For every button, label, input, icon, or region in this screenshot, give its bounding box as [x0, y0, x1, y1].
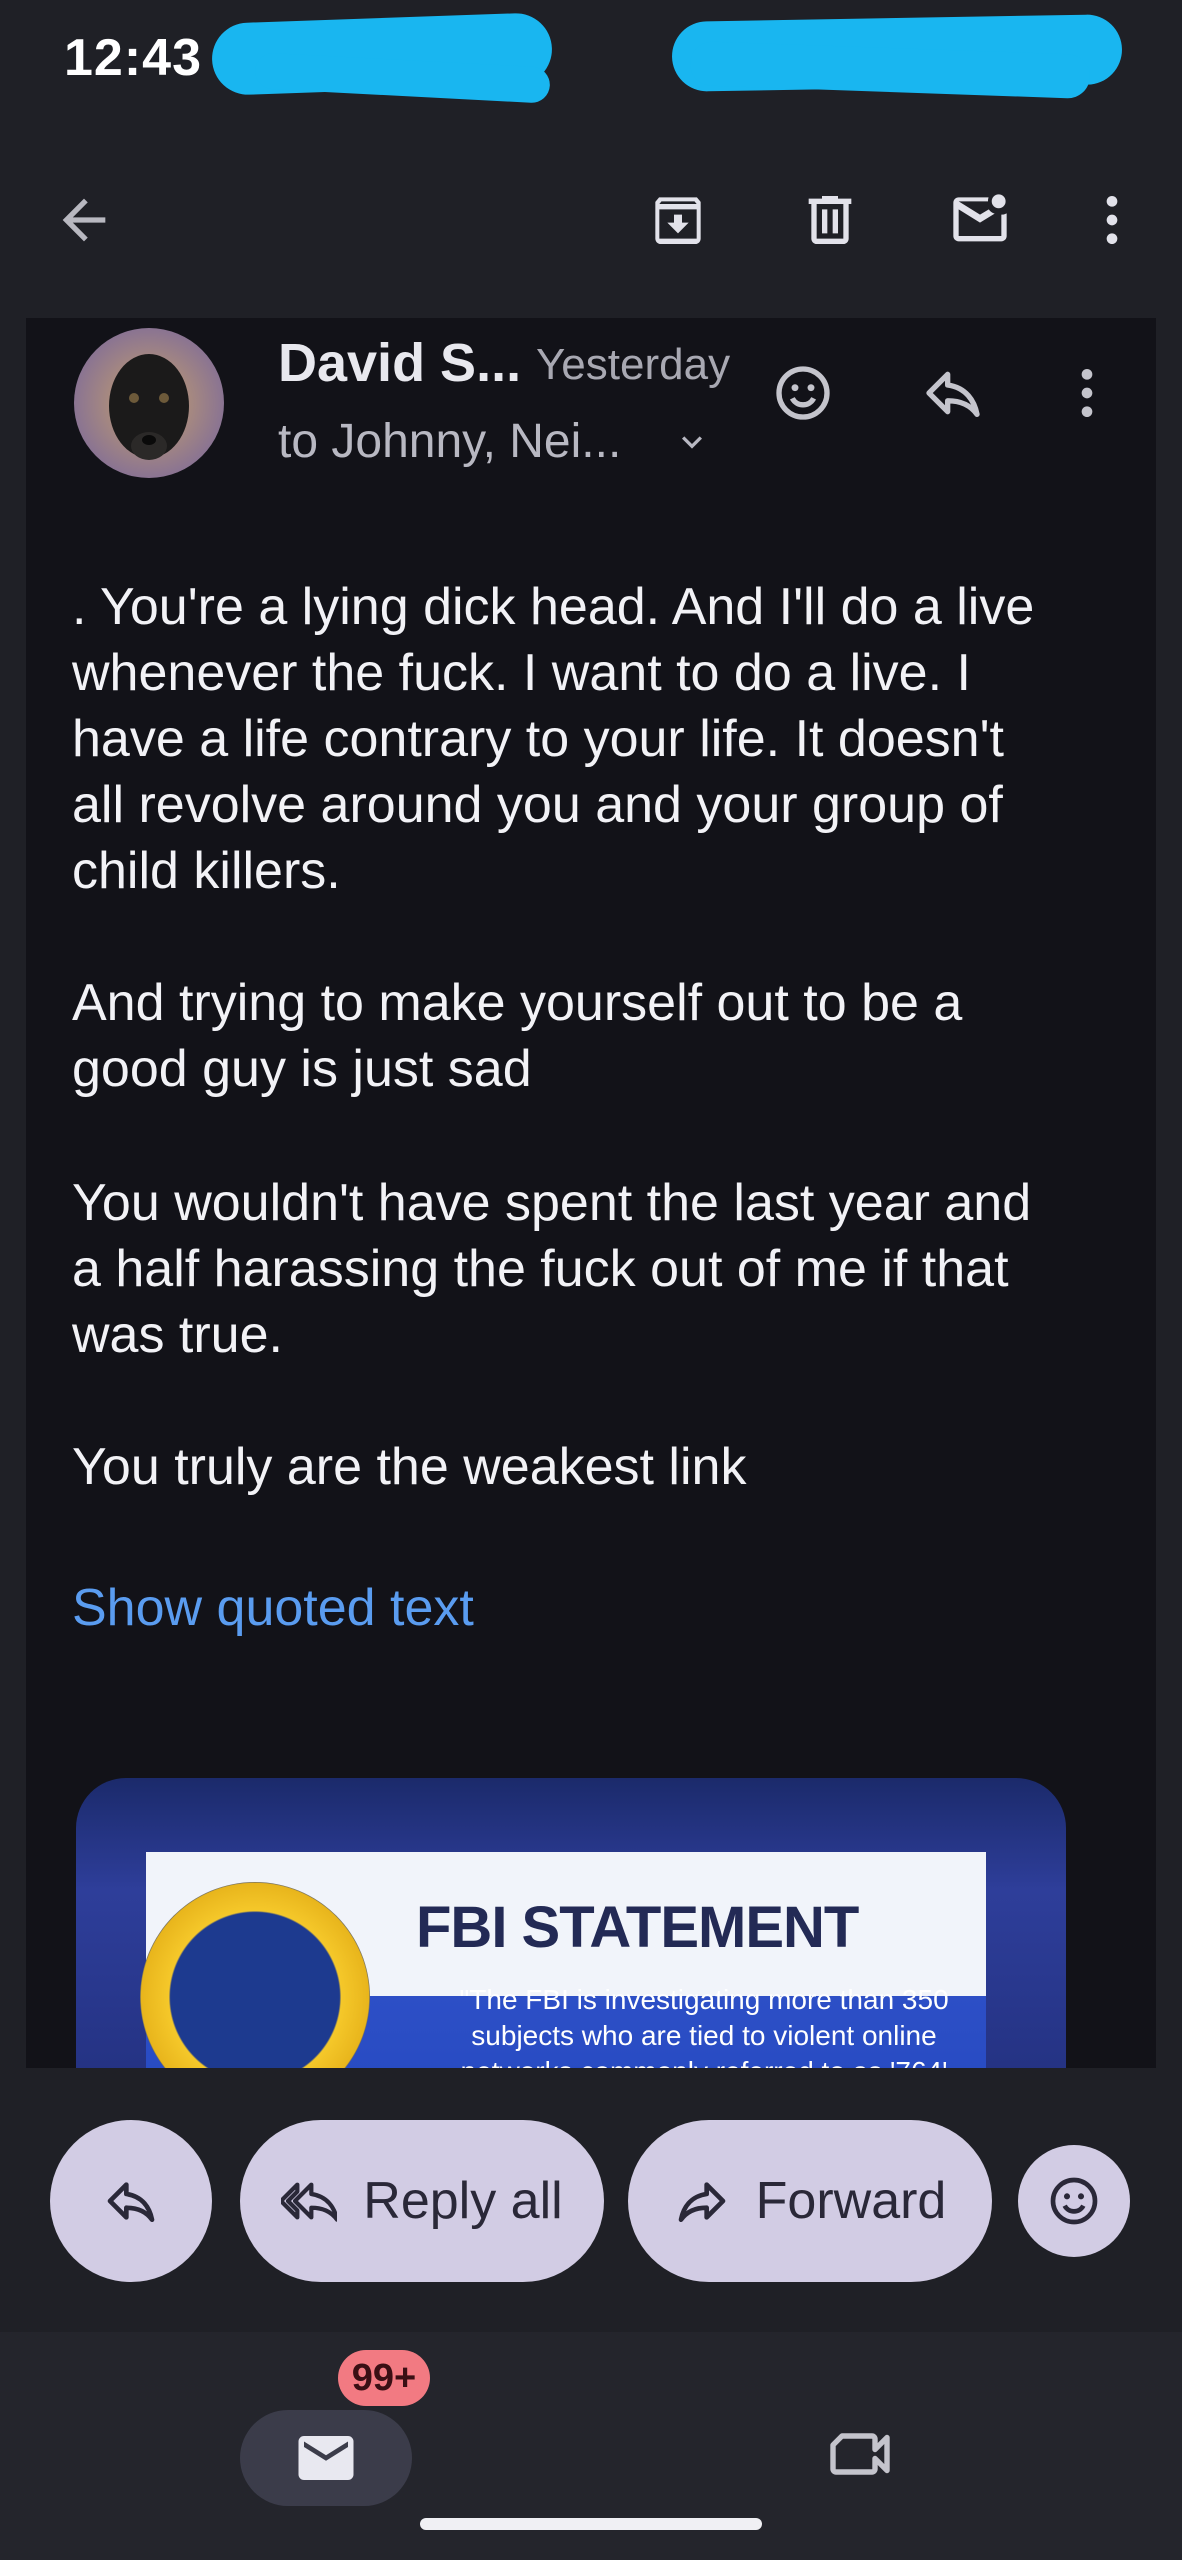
recipients-line[interactable]: to Johnny, Nei...	[278, 414, 621, 469]
status-time: 12:43	[64, 29, 202, 87]
reply-all-button[interactable]: Reply all	[240, 2120, 604, 2282]
message-body-paragraph: You wouldn't have spent the last year an…	[72, 1174, 1032, 1364]
message-body-paragraph: And trying to make yourself out to be a …	[72, 974, 963, 1098]
mark-unread-icon[interactable]	[920, 160, 1040, 280]
unread-count-badge: 99+	[338, 2350, 430, 2406]
message-body-paragraph: . You're a lying dick head. And I'll do …	[72, 578, 1035, 900]
back-arrow-icon[interactable]	[24, 160, 144, 280]
sender-name[interactable]: David S...	[278, 332, 521, 394]
bottom-navigation: 99+	[0, 2332, 1182, 2560]
home-indicator[interactable]	[420, 2518, 762, 2530]
avatar[interactable]	[74, 328, 224, 478]
chevron-down-icon[interactable]	[672, 422, 712, 462]
video-camera-icon	[830, 2433, 890, 2475]
add-reaction-icon[interactable]	[748, 338, 858, 448]
mail-icon	[298, 2436, 354, 2480]
message-body-paragraph: You truly are the weakest link	[72, 1438, 747, 1496]
forward-icon	[678, 2182, 725, 2222]
reply-action-bar: Reply all Forward	[0, 2068, 1182, 2332]
reply-all-label: Reply all	[363, 2172, 563, 2230]
message-more-icon[interactable]	[1032, 338, 1142, 448]
nav-meet-tab[interactable]	[810, 2404, 910, 2504]
reply-icon[interactable]	[898, 338, 1008, 448]
nav-mail-tab[interactable]	[240, 2410, 412, 2506]
delete-icon[interactable]	[770, 160, 890, 280]
show-quoted-text-link[interactable]: Show quoted text	[72, 1578, 474, 1638]
attachment-title: FBI STATEMENT	[416, 1895, 859, 1960]
top-action-bar	[0, 160, 1182, 280]
forward-label: Forward	[755, 2172, 947, 2230]
more-vert-icon[interactable]	[1052, 160, 1172, 280]
status-bar: 12:43	[0, 0, 1182, 120]
archive-icon[interactable]	[618, 160, 738, 280]
forward-button[interactable]: Forward	[628, 2120, 992, 2282]
reply-icon	[107, 2182, 155, 2222]
emoji-reaction-button[interactable]	[1018, 2145, 1130, 2257]
emoji-icon	[1050, 2177, 1098, 2225]
attachment-quote: "The FBI is investigating more than 350 …	[459, 1984, 949, 2068]
reply-all-icon	[281, 2182, 338, 2222]
message-card: David S... Yesterday to Johnny, Nei... .…	[26, 318, 1156, 2068]
reply-button[interactable]	[50, 2120, 212, 2282]
message-date: Yesterday	[536, 340, 731, 389]
image-attachment[interactable]: FBI STATEMENT "The FBI is investigating …	[76, 1778, 1066, 2068]
